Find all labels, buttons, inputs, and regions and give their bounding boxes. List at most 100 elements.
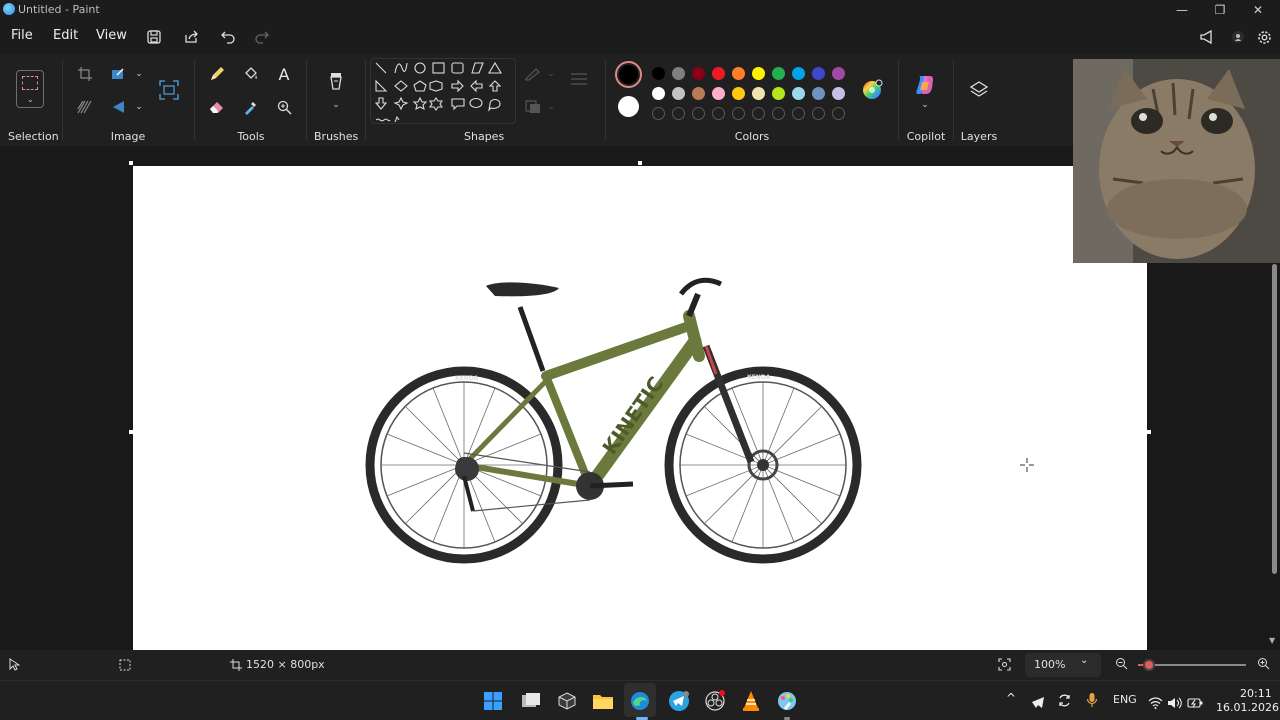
secondary-color-button[interactable]	[618, 96, 639, 117]
zoom-out-icon[interactable]	[1115, 657, 1128, 673]
chevron-down-icon[interactable]: ⌄	[128, 96, 150, 118]
selection-tool-button[interactable]: ⌄	[16, 70, 44, 108]
zoom-select[interactable]: 100% ⌄	[1025, 653, 1101, 677]
palette-color-swatch[interactable]	[832, 67, 845, 80]
palette-color-swatch[interactable]	[712, 67, 725, 80]
palette-color-swatch[interactable]	[672, 67, 685, 80]
app-cube-icon[interactable]	[554, 688, 580, 714]
menu-file[interactable]: File	[11, 28, 33, 43]
clock-date[interactable]: 16.01.2026	[1216, 701, 1279, 714]
color-picker-icon[interactable]	[240, 96, 262, 118]
share-icon[interactable]	[181, 27, 201, 47]
obs-recorder-icon[interactable]	[702, 688, 728, 714]
fill-bucket-icon[interactable]	[240, 63, 262, 85]
clock-time[interactable]: 20:11	[1240, 687, 1272, 700]
file-explorer-icon[interactable]	[590, 688, 616, 714]
vertical-scrollbar[interactable]	[1272, 264, 1277, 574]
palette-color-swatch[interactable]	[752, 67, 765, 80]
minimize-button[interactable]: —	[1162, 0, 1202, 20]
resize-handle[interactable]	[129, 161, 133, 165]
primary-color-button[interactable]	[615, 61, 642, 88]
crop-icon[interactable]	[74, 63, 96, 85]
custom-color-slot[interactable]	[652, 107, 665, 120]
custom-color-slot[interactable]	[772, 107, 785, 120]
scroll-down-icon[interactable]: ▼	[1269, 636, 1275, 645]
custom-color-slot[interactable]	[732, 107, 745, 120]
start-windows-icon[interactable]	[480, 688, 506, 714]
resize-icon[interactable]	[108, 63, 130, 85]
vlc-player-icon[interactable]	[738, 688, 764, 714]
palette-color-swatch[interactable]	[832, 87, 845, 100]
custom-color-slot[interactable]	[692, 107, 705, 120]
layers-icon[interactable]	[968, 79, 990, 101]
task-view-icon[interactable]	[518, 688, 544, 714]
palette-color-swatch[interactable]	[792, 67, 805, 80]
custom-color-slot[interactable]	[812, 107, 825, 120]
palette-color-swatch[interactable]	[652, 87, 665, 100]
sync-tray-icon[interactable]	[1057, 693, 1072, 712]
redo-icon[interactable]	[251, 27, 271, 47]
shapes-gallery-icons[interactable]	[372, 60, 512, 124]
account-icon[interactable]	[1228, 27, 1248, 47]
resize-handle[interactable]	[638, 161, 642, 165]
edge-browser-icon[interactable]	[627, 688, 653, 714]
settings-gear-icon[interactable]	[1254, 27, 1274, 47]
custom-color-slot[interactable]	[752, 107, 765, 120]
save-icon[interactable]	[144, 27, 164, 47]
palette-color-swatch[interactable]	[772, 67, 785, 80]
custom-color-slot[interactable]	[832, 107, 845, 120]
palette-color-swatch[interactable]	[812, 87, 825, 100]
volume-icon[interactable]	[1167, 694, 1182, 713]
brush-icon[interactable]	[325, 72, 347, 94]
chevron-down-icon[interactable]: ⌄	[128, 63, 150, 85]
palette-color-swatch[interactable]	[812, 67, 825, 80]
wifi-icon[interactable]	[1148, 694, 1163, 713]
chevron-down-icon[interactable]: ⌄	[540, 96, 562, 118]
palette-color-swatch[interactable]	[712, 87, 725, 100]
text-icon[interactable]: A	[273, 63, 295, 85]
palette-color-swatch[interactable]	[792, 87, 805, 100]
palette-color-swatch[interactable]	[672, 87, 685, 100]
notifications-icon[interactable]	[1197, 27, 1217, 47]
palette-color-swatch[interactable]	[652, 67, 665, 80]
rotate-icon[interactable]	[108, 96, 130, 118]
size-icon[interactable]	[568, 68, 590, 90]
custom-color-slot[interactable]	[712, 107, 725, 120]
input-language[interactable]: ENG	[1113, 693, 1137, 706]
palette-color-swatch[interactable]	[772, 87, 785, 100]
edit-colors-icon[interactable]	[861, 79, 883, 101]
custom-color-slot[interactable]	[792, 107, 805, 120]
palette-color-swatch[interactable]	[692, 87, 705, 100]
zoom-in-icon[interactable]	[1257, 657, 1270, 673]
palette-color-swatch[interactable]	[732, 67, 745, 80]
resize-handle[interactable]	[1147, 430, 1151, 434]
maximize-button[interactable]: ❐	[1200, 0, 1240, 20]
chevron-down-icon[interactable]: ⌄	[914, 94, 936, 116]
telegram-icon[interactable]	[666, 688, 692, 714]
telegram-tray-icon[interactable]	[1031, 694, 1045, 713]
zoom-slider-track[interactable]	[1138, 659, 1246, 671]
select-all-icon[interactable]	[74, 96, 96, 118]
menu-edit[interactable]: Edit	[53, 28, 78, 43]
chevron-down-icon[interactable]: ⌄	[325, 94, 347, 116]
palette-color-swatch[interactable]	[732, 87, 745, 100]
drawing-canvas[interactable]: KENDA KENDA KINETIC	[133, 166, 1147, 650]
custom-color-slot[interactable]	[672, 107, 685, 120]
show-hidden-icons-chevron-icon[interactable]: ^	[1006, 691, 1016, 705]
copilot-icon[interactable]	[914, 74, 936, 96]
microphone-icon[interactable]	[1086, 692, 1098, 712]
palette-color-swatch[interactable]	[692, 67, 705, 80]
magnifier-icon[interactable]	[273, 96, 295, 118]
pencil-icon[interactable]	[206, 63, 228, 85]
close-button[interactable]: ✕	[1238, 0, 1278, 20]
battery-charging-icon[interactable]	[1187, 694, 1204, 713]
palette-color-swatch[interactable]	[752, 87, 765, 100]
fit-to-window-icon[interactable]	[998, 658, 1011, 674]
zoom-slider-thumb[interactable]	[1142, 659, 1155, 671]
undo-icon[interactable]	[218, 27, 238, 47]
paint-app-taskbar-icon[interactable]	[774, 688, 800, 714]
menu-view[interactable]: View	[96, 28, 127, 43]
chevron-down-icon[interactable]: ⌄	[540, 63, 562, 85]
eraser-icon[interactable]	[206, 96, 228, 118]
image-generator-icon[interactable]	[158, 79, 180, 101]
